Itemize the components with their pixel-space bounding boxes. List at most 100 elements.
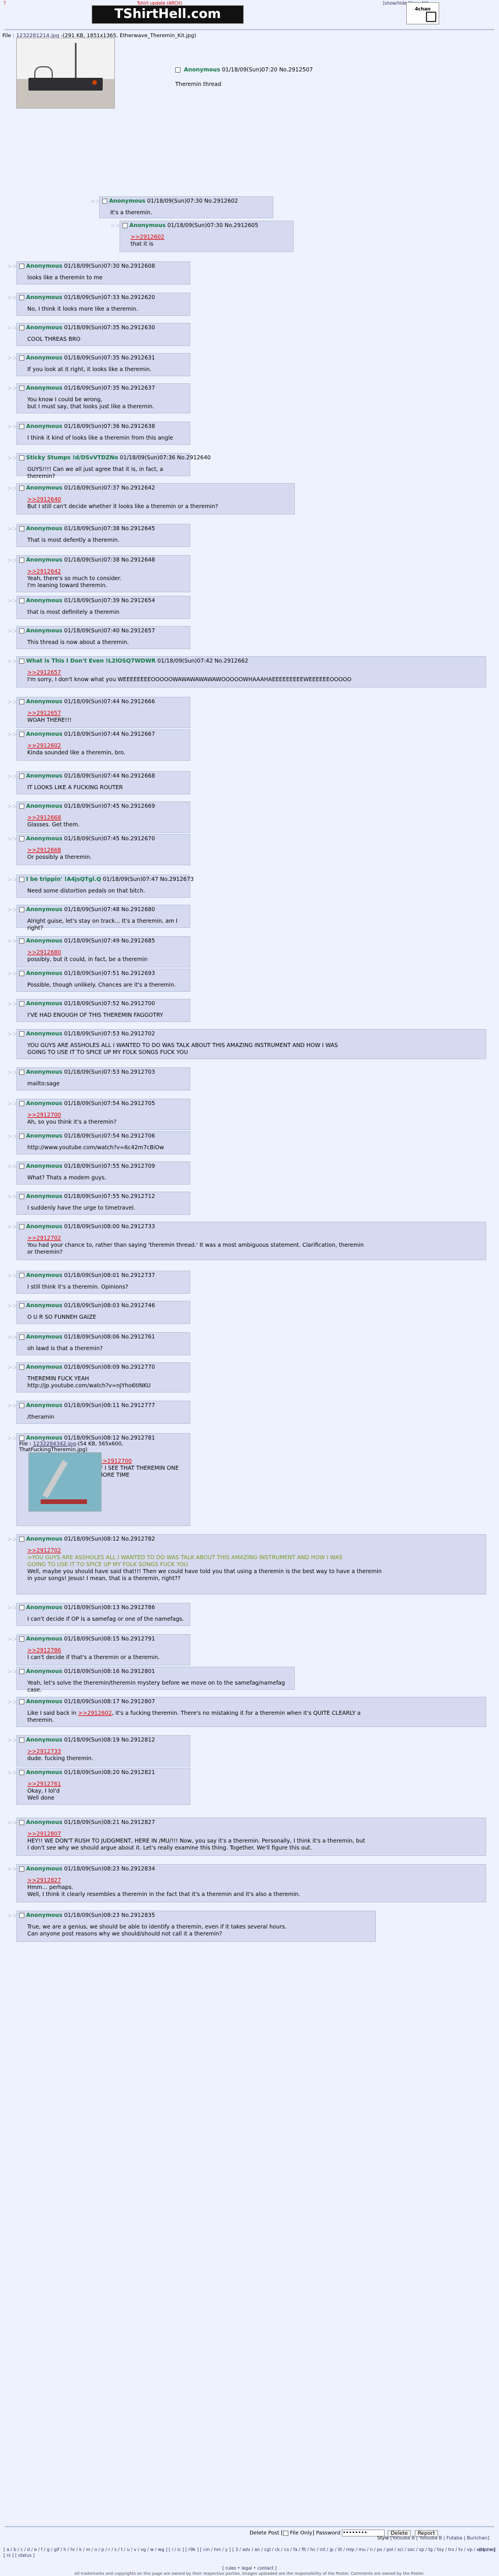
reply-post-meta[interactable]: 01/18/09(Sun)07:55 No.2912712 bbox=[64, 1193, 155, 1200]
quote-link[interactable]: >>2912602 bbox=[27, 743, 187, 750]
reply-image-thumbnail[interactable] bbox=[28, 1452, 102, 1512]
reply-delete-checkbox[interactable] bbox=[19, 1001, 24, 1006]
reply-delete-checkbox[interactable] bbox=[19, 1636, 24, 1642]
quote-link[interactable]: >>2912668 bbox=[27, 847, 187, 854]
reply-delete-checkbox[interactable] bbox=[19, 485, 24, 491]
quote-link[interactable]: >>2912602 bbox=[131, 234, 291, 241]
reply-delete-checkbox[interactable] bbox=[19, 659, 24, 664]
reply-delete-checkbox[interactable] bbox=[19, 1820, 24, 1825]
reply-post-meta[interactable]: 01/18/09(Sun)07:45 No.2912669 bbox=[64, 803, 155, 810]
reply-post-meta[interactable]: 01/18/09(Sun)08:13 No.2912786 bbox=[64, 1604, 155, 1611]
reply-post-meta[interactable]: 01/18/09(Sun)08:20 No.2912821 bbox=[64, 1769, 155, 1776]
reply-post-meta[interactable]: 01/18/09(Sun)08:17 No.2912807 bbox=[64, 1699, 155, 1705]
reply-delete-checkbox[interactable] bbox=[19, 355, 24, 361]
reply-delete-checkbox[interactable] bbox=[122, 223, 128, 228]
footer-nav[interactable]: [ rules • legal • contact ] bbox=[222, 2566, 277, 2571]
reply-post-meta[interactable]: 01/18/09(Sun)07:44 No.2912666 bbox=[64, 699, 155, 705]
reply-file-link[interactable]: 1232284342.jpg bbox=[33, 1441, 76, 1447]
reply-delete-checkbox[interactable] bbox=[19, 325, 24, 330]
op-image-thumbnail[interactable] bbox=[16, 38, 115, 109]
reply-delete-checkbox[interactable] bbox=[19, 1770, 24, 1775]
reply-post-meta[interactable]: 01/18/09(Sun)07:36 No.2912640 bbox=[120, 455, 211, 461]
quote-link[interactable]: >>2912668 bbox=[27, 815, 187, 822]
quote-link[interactable]: >>2912700 bbox=[98, 1458, 187, 1465]
reply-delete-checkbox[interactable] bbox=[19, 628, 24, 634]
reply-delete-checkbox[interactable] bbox=[19, 1537, 24, 1542]
reply-post-meta[interactable]: 01/18/09(Sun)07:53 No.2912702 bbox=[64, 1031, 155, 1037]
reply-delete-checkbox[interactable] bbox=[19, 773, 24, 779]
reply-delete-checkbox[interactable] bbox=[19, 1334, 24, 1340]
reply-delete-checkbox[interactable] bbox=[19, 1866, 24, 1872]
quote-link[interactable]: >>2912657 bbox=[27, 670, 483, 677]
reply-post-meta[interactable]: 01/18/09(Sun)07:52 No.2912700 bbox=[64, 1001, 155, 1007]
quote-link[interactable]: >>2912700 bbox=[27, 1112, 187, 1119]
op-post-meta[interactable]: 01/18/09(Sun)07:20 No.2912507 bbox=[222, 67, 313, 73]
reply-delete-checkbox[interactable] bbox=[19, 1403, 24, 1408]
quote-link[interactable]: >>2912807 bbox=[27, 1831, 483, 1838]
reply-delete-checkbox[interactable] bbox=[19, 1669, 24, 1674]
reply-post-meta[interactable]: 01/18/09(Sun)08:11 No.2912777 bbox=[64, 1402, 155, 1409]
reply-delete-checkbox[interactable] bbox=[19, 1101, 24, 1106]
reply-post-meta[interactable]: 01/18/09(Sun)07:30 No.2912602 bbox=[147, 198, 238, 204]
reply-delete-checkbox[interactable] bbox=[19, 264, 24, 269]
reply-post-meta[interactable]: 01/18/09(Sun)07:35 No.2912631 bbox=[64, 355, 155, 361]
home-link[interactable]: [Home] bbox=[479, 2547, 496, 2552]
reply-post-meta[interactable]: 01/18/09(Sun)07:55 No.2912709 bbox=[64, 1163, 155, 1170]
reply-post-meta[interactable]: 01/18/09(Sun)07:54 No.2912706 bbox=[64, 1133, 155, 1139]
reply-delete-checkbox[interactable] bbox=[19, 424, 24, 429]
quote-link[interactable]: >>2912640 bbox=[27, 497, 292, 503]
reply-post-meta[interactable]: 01/18/09(Sun)07:38 No.2912645 bbox=[64, 526, 155, 532]
reply-delete-checkbox[interactable] bbox=[19, 1224, 24, 1229]
reply-post-meta[interactable]: 01/18/09(Sun)08:03 No.2912746 bbox=[64, 1303, 155, 1309]
quote-link[interactable]: >>2912786 bbox=[27, 1647, 187, 1654]
reply-delete-checkbox[interactable] bbox=[19, 804, 24, 809]
reply-delete-checkbox[interactable] bbox=[19, 1273, 24, 1278]
reply-delete-checkbox[interactable] bbox=[19, 1699, 24, 1704]
reply-post-meta[interactable]: 01/18/09(Sun)07:40 No.2912657 bbox=[64, 628, 155, 634]
reply-delete-checkbox[interactable] bbox=[19, 1194, 24, 1199]
reply-post-meta[interactable]: 01/18/09(Sun)08:12 No.2912782 bbox=[64, 1536, 155, 1542]
reply-post-meta[interactable]: 01/18/09(Sun)07:47 No.2912673 bbox=[103, 876, 194, 883]
reply-delete-checkbox[interactable] bbox=[102, 199, 107, 204]
reply-delete-checkbox[interactable] bbox=[19, 1031, 24, 1037]
board-list[interactable]: [ a / b / c / d / e / f / g / gif / h / … bbox=[3, 2547, 496, 2559]
op-delete-checkbox[interactable] bbox=[175, 67, 180, 73]
quote-link[interactable]: >>2912827 bbox=[27, 1877, 483, 1884]
reply-delete-checkbox[interactable] bbox=[19, 598, 24, 603]
reply-post-meta[interactable]: 01/18/09(Sun)08:21 No.2912827 bbox=[64, 1819, 155, 1826]
quote-link[interactable]: >>2912702 bbox=[27, 1548, 483, 1555]
reply-delete-checkbox[interactable] bbox=[19, 295, 24, 300]
reply-delete-checkbox[interactable] bbox=[19, 732, 24, 737]
reply-delete-checkbox[interactable] bbox=[19, 938, 24, 944]
reply-delete-checkbox[interactable] bbox=[19, 386, 24, 391]
reply-post-meta[interactable]: 01/18/09(Sun)08:01 No.2912737 bbox=[64, 1272, 155, 1279]
reply-delete-checkbox[interactable] bbox=[19, 1070, 24, 1075]
reply-delete-checkbox[interactable] bbox=[19, 1913, 24, 1918]
reply-delete-checkbox[interactable] bbox=[19, 907, 24, 912]
reply-post-meta[interactable]: 01/18/09(Sun)08:06 No.2912761 bbox=[64, 1334, 155, 1340]
reply-delete-checkbox[interactable] bbox=[19, 1303, 24, 1308]
quote-link[interactable]: >>2912657 bbox=[27, 710, 187, 717]
reply-delete-checkbox[interactable] bbox=[19, 1435, 24, 1441]
reply-delete-checkbox[interactable] bbox=[19, 1164, 24, 1169]
reply-post-meta[interactable]: 01/18/09(Sun)07:54 No.2912705 bbox=[64, 1100, 155, 1107]
reply-post-meta[interactable]: 01/18/09(Sun)08:23 No.2912834 bbox=[64, 1866, 155, 1872]
reply-post-meta[interactable]: 01/18/09(Sun)07:44 No.2912668 bbox=[64, 773, 155, 779]
reply-delete-checkbox[interactable] bbox=[19, 1737, 24, 1743]
reply-post-meta[interactable]: 01/18/09(Sun)08:16 No.2912801 bbox=[64, 1668, 155, 1675]
quote-link[interactable]: >>2912733 bbox=[27, 1748, 187, 1755]
reply-post-meta[interactable]: 01/18/09(Sun)07:35 No.2912637 bbox=[64, 385, 155, 391]
reply-post-meta[interactable]: 01/18/09(Sun)07:39 No.2912654 bbox=[64, 598, 155, 604]
reply-post-meta[interactable]: 01/18/09(Sun)07:35 No.2912630 bbox=[64, 325, 155, 331]
reply-post-meta[interactable]: 01/18/09(Sun)07:30 No.2912605 bbox=[167, 222, 258, 229]
reply-delete-checkbox[interactable] bbox=[19, 877, 24, 882]
reply-post-meta[interactable]: 01/18/09(Sun)07:44 No.2912667 bbox=[64, 731, 155, 737]
reply-delete-checkbox[interactable] bbox=[19, 836, 24, 841]
reply-post-meta[interactable]: 01/18/09(Sun)07:33 No.2912620 bbox=[64, 294, 155, 301]
reply-post-meta[interactable]: 01/18/09(Sun)07:48 No.2912680 bbox=[64, 906, 155, 913]
quote-link[interactable]: >>2912680 bbox=[27, 949, 187, 956]
banner-ad[interactable]: TShirtHell.com bbox=[92, 5, 244, 24]
site-logo[interactable]: 4chan bbox=[406, 2, 439, 24]
reply-post-meta[interactable]: 01/18/09(Sun)08:23 No.2912835 bbox=[64, 1912, 155, 1919]
reply-delete-checkbox[interactable] bbox=[19, 971, 24, 976]
